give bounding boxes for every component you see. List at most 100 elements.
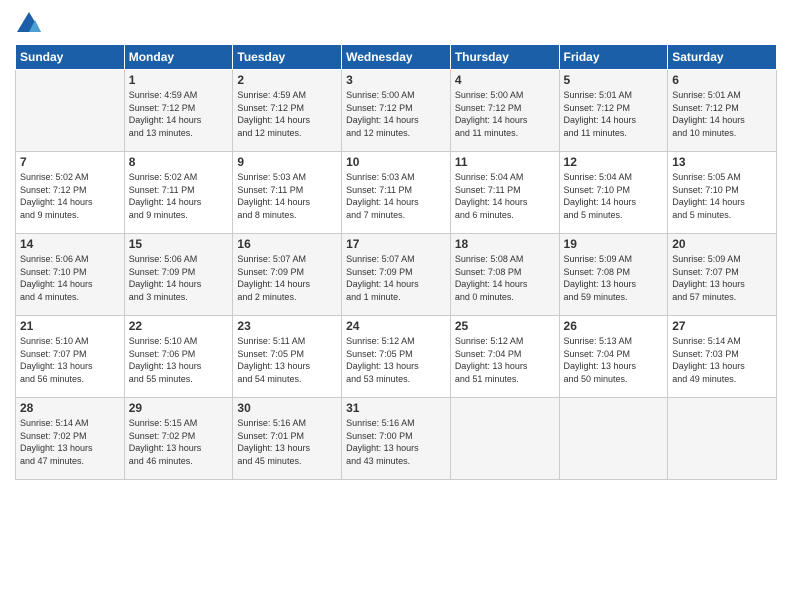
- day-number: 8: [129, 155, 229, 169]
- day-info: Sunrise: 5:04 AM Sunset: 7:10 PM Dayligh…: [564, 171, 664, 221]
- calendar-cell: 13Sunrise: 5:05 AM Sunset: 7:10 PM Dayli…: [668, 152, 777, 234]
- day-number: 30: [237, 401, 337, 415]
- day-number: 17: [346, 237, 446, 251]
- logo: [15, 10, 47, 38]
- day-info: Sunrise: 5:15 AM Sunset: 7:02 PM Dayligh…: [129, 417, 229, 467]
- calendar-cell: 23Sunrise: 5:11 AM Sunset: 7:05 PM Dayli…: [233, 316, 342, 398]
- header-cell-wednesday: Wednesday: [342, 45, 451, 70]
- calendar-cell: 11 Sunrise: 5:04 AM Sunset: 7:11 PM Dayli…: [450, 152, 559, 234]
- day-info: Sunrise: 5:02 AM Sunset: 7:12 PM Dayligh…: [20, 171, 120, 221]
- header-cell-saturday: Saturday: [668, 45, 777, 70]
- calendar-cell: [16, 70, 125, 152]
- calendar-cell: 28Sunrise: 5:14 AM Sunset: 7:02 PM Dayli…: [16, 398, 125, 480]
- day-number: 28: [20, 401, 120, 415]
- calendar-cell: 1 Sunrise: 4:59 AM Sunset: 7:12 PM Daylig…: [124, 70, 233, 152]
- day-info: Sunrise: 5:00 AM Sunset: 7:12 PM Dayligh…: [455, 89, 555, 139]
- logo-icon: [15, 10, 43, 38]
- calendar-cell: 7 Sunrise: 5:02 AM Sunset: 7:12 PM Daylig…: [16, 152, 125, 234]
- day-number: 24: [346, 319, 446, 333]
- day-number: 6: [672, 73, 772, 87]
- day-info: Sunrise: 5:03 AM Sunset: 7:11 PM Dayligh…: [346, 171, 446, 221]
- calendar-body: 1 Sunrise: 4:59 AM Sunset: 7:12 PM Daylig…: [16, 70, 777, 480]
- day-number: 25: [455, 319, 555, 333]
- calendar-cell: 29 Sunrise: 5:15 AM Sunset: 7:02 PM Dayli…: [124, 398, 233, 480]
- day-number: 2: [237, 73, 337, 87]
- day-info: Sunrise: 5:14 AM Sunset: 7:03 PM Dayligh…: [672, 335, 772, 385]
- calendar-cell: 22 Sunrise: 5:10 AM Sunset: 7:06 PM Dayli…: [124, 316, 233, 398]
- day-number: 1: [129, 73, 229, 87]
- calendar-cell: 4 Sunrise: 5:00 AM Sunset: 7:12 PM Daylig…: [450, 70, 559, 152]
- day-number: 11: [455, 155, 555, 169]
- day-info: Sunrise: 5:09 AM Sunset: 7:08 PM Dayligh…: [564, 253, 664, 303]
- header-cell-tuesday: Tuesday: [233, 45, 342, 70]
- day-number: 9: [237, 155, 337, 169]
- day-number: 27: [672, 319, 772, 333]
- calendar-cell: 14 Sunrise: 5:06 AM Sunset: 7:10 PM Dayli…: [16, 234, 125, 316]
- day-info: Sunrise: 5:16 AM Sunset: 7:00 PM Dayligh…: [346, 417, 446, 467]
- day-number: 7: [20, 155, 120, 169]
- day-info: Sunrise: 5:10 AM Sunset: 7:07 PM Dayligh…: [20, 335, 120, 385]
- day-info: Sunrise: 5:12 AM Sunset: 7:05 PM Dayligh…: [346, 335, 446, 385]
- day-info: Sunrise: 5:07 AM Sunset: 7:09 PM Dayligh…: [237, 253, 337, 303]
- day-info: Sunrise: 5:07 AM Sunset: 7:09 PM Dayligh…: [346, 253, 446, 303]
- calendar-cell: [559, 398, 668, 480]
- calendar-cell: 3 Sunrise: 5:00 AM Sunset: 7:12 PM Daylig…: [342, 70, 451, 152]
- calendar-cell: 18 Sunrise: 5:08 AM Sunset: 7:08 PM Dayli…: [450, 234, 559, 316]
- calendar-cell: [668, 398, 777, 480]
- calendar-cell: 15Sunrise: 5:06 AM Sunset: 7:09 PM Dayli…: [124, 234, 233, 316]
- calendar-cell: 20 Sunrise: 5:09 AM Sunset: 7:07 PM Dayli…: [668, 234, 777, 316]
- calendar-cell: 21Sunrise: 5:10 AM Sunset: 7:07 PM Dayli…: [16, 316, 125, 398]
- day-number: 18: [455, 237, 555, 251]
- header-cell-sunday: Sunday: [16, 45, 125, 70]
- day-info: Sunrise: 5:10 AM Sunset: 7:06 PM Dayligh…: [129, 335, 229, 385]
- calendar-week-3: 21Sunrise: 5:10 AM Sunset: 7:07 PM Dayli…: [16, 316, 777, 398]
- day-info: Sunrise: 5:02 AM Sunset: 7:11 PM Dayligh…: [129, 171, 229, 221]
- calendar-cell: 17 Sunrise: 5:07 AM Sunset: 7:09 PM Dayli…: [342, 234, 451, 316]
- calendar-cell: [450, 398, 559, 480]
- calendar-cell: 12 Sunrise: 5:04 AM Sunset: 7:10 PM Dayli…: [559, 152, 668, 234]
- header-cell-thursday: Thursday: [450, 45, 559, 70]
- header-cell-friday: Friday: [559, 45, 668, 70]
- day-number: 22: [129, 319, 229, 333]
- calendar-cell: 31Sunrise: 5:16 AM Sunset: 7:00 PM Dayli…: [342, 398, 451, 480]
- header-cell-monday: Monday: [124, 45, 233, 70]
- day-info: Sunrise: 5:04 AM Sunset: 7:11 PM Dayligh…: [455, 171, 555, 221]
- day-number: 4: [455, 73, 555, 87]
- day-number: 29: [129, 401, 229, 415]
- day-number: 13: [672, 155, 772, 169]
- day-info: Sunrise: 5:06 AM Sunset: 7:09 PM Dayligh…: [129, 253, 229, 303]
- day-number: 12: [564, 155, 664, 169]
- day-info: Sunrise: 4:59 AM Sunset: 7:12 PM Dayligh…: [237, 89, 337, 139]
- day-info: Sunrise: 5:06 AM Sunset: 7:10 PM Dayligh…: [20, 253, 120, 303]
- day-number: 14: [20, 237, 120, 251]
- calendar-cell: 6 Sunrise: 5:01 AM Sunset: 7:12 PM Daylig…: [668, 70, 777, 152]
- day-info: Sunrise: 5:00 AM Sunset: 7:12 PM Dayligh…: [346, 89, 446, 139]
- day-info: Sunrise: 5:16 AM Sunset: 7:01 PM Dayligh…: [237, 417, 337, 467]
- page-container: SundayMondayTuesdayWednesdayThursdayFrid…: [0, 0, 792, 490]
- calendar-cell: 27 Sunrise: 5:14 AM Sunset: 7:03 PM Dayli…: [668, 316, 777, 398]
- day-info: Sunrise: 5:13 AM Sunset: 7:04 PM Dayligh…: [564, 335, 664, 385]
- calendar-cell: 8 Sunrise: 5:02 AM Sunset: 7:11 PM Daylig…: [124, 152, 233, 234]
- calendar-cell: 25Sunrise: 5:12 AM Sunset: 7:04 PM Dayli…: [450, 316, 559, 398]
- calendar-week-1: 7 Sunrise: 5:02 AM Sunset: 7:12 PM Daylig…: [16, 152, 777, 234]
- calendar-week-0: 1 Sunrise: 4:59 AM Sunset: 7:12 PM Daylig…: [16, 70, 777, 152]
- calendar-cell: 9Sunrise: 5:03 AM Sunset: 7:11 PM Daylig…: [233, 152, 342, 234]
- calendar-table: SundayMondayTuesdayWednesdayThursdayFrid…: [15, 44, 777, 480]
- day-number: 3: [346, 73, 446, 87]
- day-number: 20: [672, 237, 772, 251]
- calendar-cell: 16 Sunrise: 5:07 AM Sunset: 7:09 PM Dayli…: [233, 234, 342, 316]
- day-number: 23: [237, 319, 337, 333]
- day-number: 16: [237, 237, 337, 251]
- day-info: Sunrise: 5:09 AM Sunset: 7:07 PM Dayligh…: [672, 253, 772, 303]
- day-info: Sunrise: 5:01 AM Sunset: 7:12 PM Dayligh…: [672, 89, 772, 139]
- day-info: Sunrise: 4:59 AM Sunset: 7:12 PM Dayligh…: [129, 89, 229, 139]
- calendar-cell: 10 Sunrise: 5:03 AM Sunset: 7:11 PM Dayli…: [342, 152, 451, 234]
- day-info: Sunrise: 5:01 AM Sunset: 7:12 PM Dayligh…: [564, 89, 664, 139]
- day-info: Sunrise: 5:08 AM Sunset: 7:08 PM Dayligh…: [455, 253, 555, 303]
- calendar-cell: 19Sunrise: 5:09 AM Sunset: 7:08 PM Dayli…: [559, 234, 668, 316]
- calendar-cell: 30 Sunrise: 5:16 AM Sunset: 7:01 PM Dayli…: [233, 398, 342, 480]
- calendar-week-4: 28Sunrise: 5:14 AM Sunset: 7:02 PM Dayli…: [16, 398, 777, 480]
- calendar-cell: 5Sunrise: 5:01 AM Sunset: 7:12 PM Daylig…: [559, 70, 668, 152]
- calendar-cell: 26Sunrise: 5:13 AM Sunset: 7:04 PM Dayli…: [559, 316, 668, 398]
- day-number: 10: [346, 155, 446, 169]
